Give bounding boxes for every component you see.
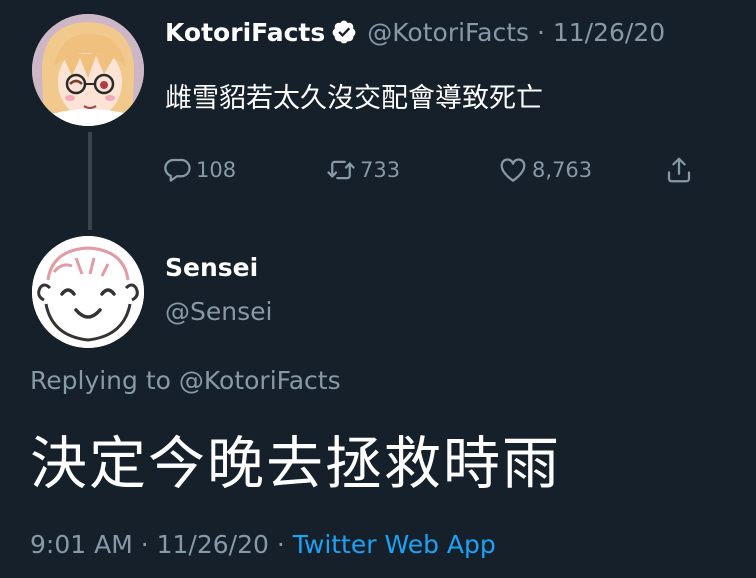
metadata-separator: · <box>268 530 293 559</box>
reply-time[interactable]: 9:01 AM <box>30 530 133 559</box>
reply-author-handle[interactable]: @Sensei <box>165 297 272 326</box>
retweet-icon <box>327 160 355 180</box>
like-count: 8,763 <box>532 158 593 182</box>
kotorifacts-avatar[interactable] <box>32 14 144 126</box>
smiley-face-avatar-icon <box>32 236 144 348</box>
like-button[interactable]: 8,763 <box>498 150 592 190</box>
sensei-avatar[interactable] <box>32 236 144 348</box>
date-separator: · <box>529 17 553 47</box>
tweet-text: 雌雪貂若太久沒交配會導致死亡 <box>165 83 543 114</box>
reply-metadata: 9:01 AM · 11/26/20 · Twitter Web App <box>30 530 496 559</box>
reply-author-name[interactable]: Sensei <box>165 253 258 282</box>
share-button[interactable] <box>664 150 698 190</box>
thread-connector-line <box>88 132 92 230</box>
reply-text: 決定今晚去拯救時雨 <box>30 431 561 497</box>
retweet-button[interactable]: 733 <box>326 150 400 190</box>
reply-date[interactable]: 11/26/20 <box>157 530 269 559</box>
tweet-date: 11/26/20 <box>552 17 666 47</box>
retweet-count: 733 <box>360 158 401 182</box>
reply-icon <box>164 158 191 182</box>
anime-girl-avatar-icon <box>32 14 144 126</box>
tweet-author-name[interactable]: KotoriFacts <box>165 18 325 47</box>
heart-icon <box>500 158 526 182</box>
reply-count: 108 <box>196 158 237 182</box>
share-icon <box>667 157 691 183</box>
replying-to-label: Replying to <box>30 366 179 395</box>
tweet-author-row: KotoriFacts @KotoriFacts · 11/26/20 <box>165 14 665 50</box>
reply-source-app[interactable]: Twitter Web App <box>293 530 496 559</box>
reply-button[interactable]: 108 <box>162 150 236 190</box>
tweet-handle-and-date[interactable]: @KotoriFacts · 11/26/20 <box>367 18 665 47</box>
metadata-separator: · <box>132 530 157 559</box>
tweet-author-handle: @KotoriFacts <box>367 17 530 47</box>
replying-to-line: Replying to @KotoriFacts <box>30 366 341 395</box>
replying-to-mention[interactable]: @KotoriFacts <box>179 366 341 395</box>
verified-badge-icon <box>332 20 356 44</box>
